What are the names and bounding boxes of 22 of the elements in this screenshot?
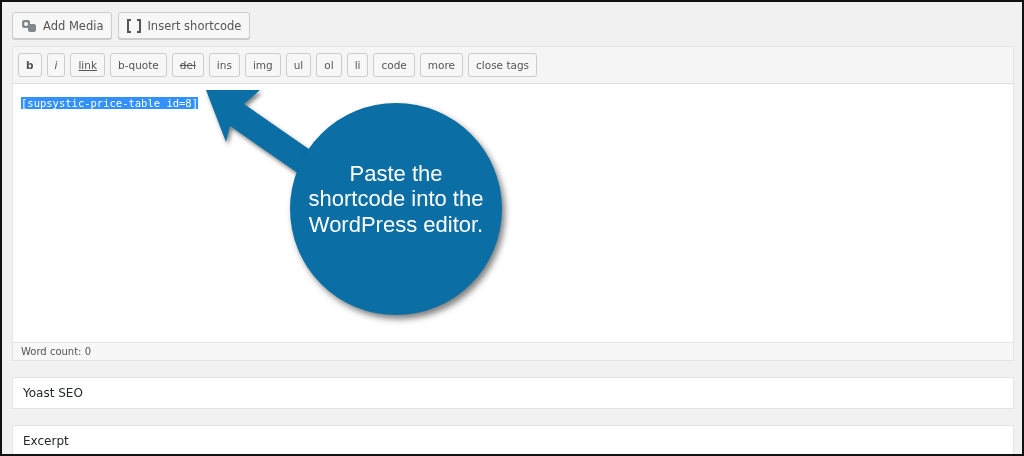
quicktag-button[interactable]: ins (208, 53, 240, 77)
quicktag-button[interactable]: code (373, 53, 415, 77)
panel-title: Yoast SEO (23, 386, 83, 400)
quicktag-button[interactable]: link (70, 53, 106, 77)
media-icon (21, 18, 37, 33)
media-button[interactable]: Insert shortcode (118, 12, 251, 39)
quicktag-button[interactable]: i (46, 53, 66, 77)
callout-text: Paste the shortcode into the WordPress editor. (307, 161, 485, 237)
quicktag-button[interactable]: ol (316, 53, 342, 77)
quicktag-button[interactable]: b-quote (110, 53, 167, 77)
word-count: Word count: 0 (13, 342, 1013, 360)
brackets-icon (127, 18, 142, 33)
quicktag-button[interactable]: b (18, 53, 42, 77)
quicktag-button[interactable]: img (244, 53, 281, 77)
quicktag-button[interactable]: li (346, 53, 369, 77)
quicktag-button[interactable]: del (171, 53, 204, 77)
panel-title: Excerpt (23, 434, 69, 448)
quicktag-button[interactable]: more (419, 53, 463, 77)
media-button[interactable]: Add Media (12, 12, 113, 39)
shortcode-text: [supsystic-price-table id=8] (21, 97, 198, 109)
quicktag-button[interactable]: ul (285, 53, 312, 77)
quicktag-button[interactable]: close tags (468, 53, 538, 77)
